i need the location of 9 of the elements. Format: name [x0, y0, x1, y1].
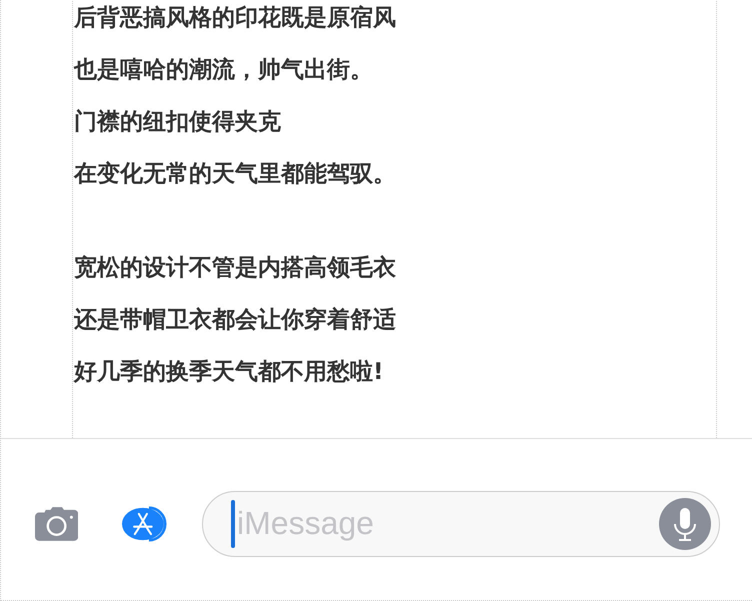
text-line: 宽松的设计不管是内搭高领毛衣 — [74, 254, 397, 283]
text-line: 后背恶搞风格的印花既是原宿风 — [74, 4, 397, 33]
text-line: 也是嘻哈的潮流，帅气出街。 — [74, 56, 374, 85]
text-line: 门襟的纽扣使得夹克 — [74, 108, 282, 137]
text-cursor — [231, 500, 235, 548]
text-line: 好几季的换季天气都不用愁啦! — [74, 358, 384, 387]
text-line: 还是带帽卫衣都会让你穿着舒适 — [74, 306, 397, 335]
microphone-icon[interactable] — [659, 498, 711, 550]
text-line: 在变化无常的天气里都能驾驭。 — [74, 160, 397, 189]
